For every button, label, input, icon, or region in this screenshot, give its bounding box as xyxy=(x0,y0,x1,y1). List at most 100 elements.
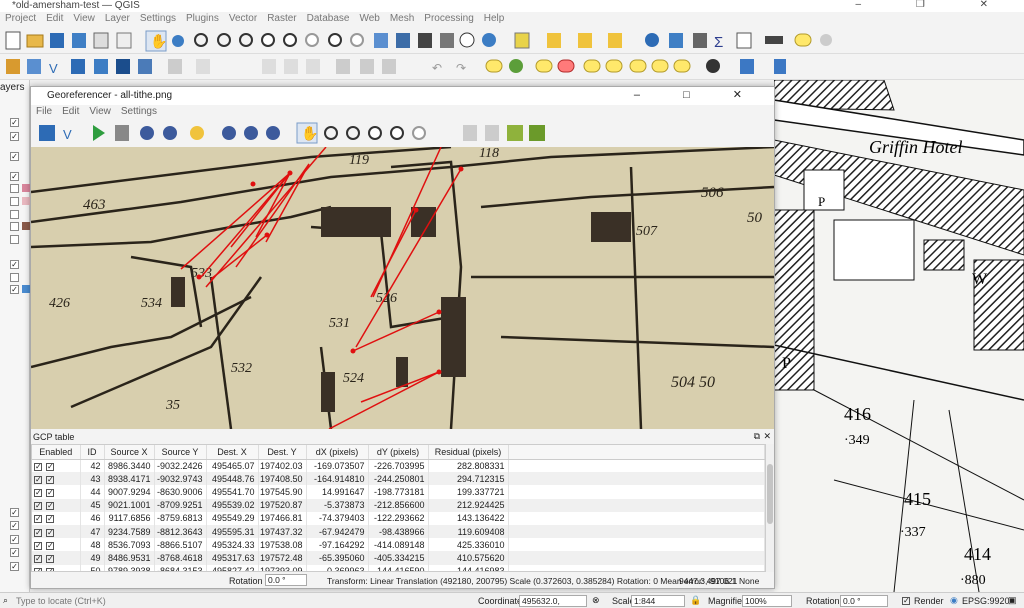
gcp-cell[interactable]: 9789.3938 xyxy=(104,564,155,571)
gcp-cell[interactable]: 9117.6856 xyxy=(104,511,155,525)
menu-database[interactable]: Database xyxy=(302,12,355,25)
gcp-cell[interactable]: 45 xyxy=(80,498,105,512)
gcp-cell[interactable]: 495465.07 xyxy=(206,459,259,473)
gcp-cell[interactable]: -198.773181 xyxy=(368,485,429,499)
gcp-cell[interactable]: -8812.3643 xyxy=(154,524,207,539)
gcp-cell[interactable]: 425.336010 xyxy=(428,538,509,552)
gcp-cell[interactable]: -8684.3153 xyxy=(154,564,207,571)
gcp-cell[interactable]: 495539.02 xyxy=(206,498,259,512)
menu-plugins[interactable]: Plugins xyxy=(181,12,224,25)
enabled-checkbox[interactable]: ✓ xyxy=(34,528,42,537)
layer-checkbox[interactable] xyxy=(10,184,19,193)
gcp-cell[interactable]: 495317.63 xyxy=(206,551,259,565)
enabled-cell[interactable]: ✓ ✓ xyxy=(32,538,81,552)
col-dx[interactable]: dX (pixels) xyxy=(306,445,369,460)
main-toolbar-icons[interactable]: ✋ Σ xyxy=(0,28,1024,54)
gcp-cell[interactable]: 495549.29 xyxy=(206,511,259,525)
menu-mesh[interactable]: Mesh xyxy=(385,12,419,25)
layer-checkbox[interactable]: ✓ xyxy=(10,535,19,544)
enabled-cell[interactable]: ✓ ✓ xyxy=(32,551,81,565)
enabled-checkbox[interactable]: ✓ xyxy=(46,515,54,524)
layer-checkbox[interactable]: ✓ xyxy=(10,285,19,294)
gcp-cell[interactable]: 495324.33 xyxy=(206,538,259,552)
gcp-cell[interactable]: 0.369963 xyxy=(306,564,369,571)
table-row[interactable]: ✓ ✓ 48 8536.7093 -8866.5107 495324.33 197538.0… xyxy=(32,538,765,552)
enabled-cell[interactable]: ✓ ✓ xyxy=(32,498,81,512)
gcp-cell[interactable]: 42 xyxy=(80,459,105,473)
gcp-cell[interactable]: -5.373873 xyxy=(306,498,369,512)
gcp-cell[interactable]: 14.991647 xyxy=(306,485,369,499)
gcp-cell[interactable]: -414.089148 xyxy=(368,538,429,552)
enabled-checkbox[interactable]: ✓ xyxy=(34,541,42,550)
enabled-checkbox[interactable]: ✓ xyxy=(34,488,42,497)
gcp-cell[interactable]: -74.379403 xyxy=(306,511,369,525)
scale-field[interactable]: 1:844 xyxy=(631,595,685,607)
table-row[interactable]: ✓ ✓ 42 8986.3440 -9032.2426 495465.07 197402.0… xyxy=(32,459,765,473)
coordinate-field[interactable]: 495632.0, 197154.1 xyxy=(519,595,587,608)
gcp-cell[interactable]: 47 xyxy=(80,524,105,539)
col-dest-y[interactable]: Dest. Y xyxy=(258,445,307,460)
float-icon[interactable]: ⧉ xyxy=(754,431,760,442)
gcp-cell[interactable]: 144.416983 xyxy=(428,564,509,571)
gcp-cell[interactable]: 197408.50 xyxy=(258,472,307,486)
gcp-cell[interactable]: 49 xyxy=(80,551,105,565)
menu-help[interactable]: Help xyxy=(479,12,510,25)
gcp-cell[interactable]: 495448.76 xyxy=(206,472,259,486)
gcp-cell[interactable]: 44 xyxy=(80,485,105,499)
gcp-cell[interactable]: 8486.9531 xyxy=(104,551,155,565)
enabled-checkbox[interactable]: ✓ xyxy=(34,502,42,511)
table-row[interactable]: ✓ ✓ 49 8486.9531 -8768.4618 495317.63 197572.4… xyxy=(32,551,765,565)
extents-icon[interactable]: ⊗ xyxy=(592,595,600,606)
gcp-cell[interactable]: 197572.48 xyxy=(258,551,307,565)
menu-web[interactable]: Web xyxy=(354,12,384,25)
gcp-cell[interactable]: 495827.42 xyxy=(206,564,259,571)
gcp-cell[interactable]: 50 xyxy=(80,564,105,571)
enabled-cell[interactable]: ✓ ✓ xyxy=(32,564,81,571)
enabled-cell[interactable]: ✓ ✓ xyxy=(32,472,81,486)
layer-checkbox[interactable]: ✓ xyxy=(10,508,19,517)
gcp-cell[interactable]: 197393.09 xyxy=(258,564,307,571)
gcp-cell[interactable]: 48 xyxy=(80,538,105,552)
layer-checkbox[interactable]: ✓ xyxy=(10,521,19,530)
menu-layer[interactable]: Layer xyxy=(100,12,135,25)
gcp-cell[interactable]: 199.337721 xyxy=(428,485,509,499)
rotation-field-main[interactable]: 0.0 ° xyxy=(840,595,888,607)
gcp-cell[interactable]: -9032.9743 xyxy=(154,472,207,486)
gcp-cell[interactable]: 8938.4171 xyxy=(104,472,155,486)
gcp-cell[interactable]: 197538.08 xyxy=(258,538,307,552)
gcp-cell[interactable]: -8709.9251 xyxy=(154,498,207,512)
gcp-cell[interactable]: -8759.6813 xyxy=(154,511,207,525)
col-residual[interactable]: Residual (pixels) xyxy=(428,445,509,460)
gcp-cell[interactable]: -164.914810 xyxy=(306,472,369,486)
gcp-cell[interactable]: 143.136422 xyxy=(428,511,509,525)
crs-icon[interactable]: ◉ xyxy=(950,595,958,606)
gcp-cell[interactable]: -8768.4618 xyxy=(154,551,207,565)
gcp-cell[interactable]: 294.712315 xyxy=(428,472,509,486)
enabled-checkbox[interactable]: ✓ xyxy=(34,462,42,471)
enabled-cell[interactable]: ✓ ✓ xyxy=(32,459,81,473)
col-dy[interactable]: dY (pixels) xyxy=(368,445,429,460)
gcp-cell[interactable]: 197402.03 xyxy=(258,459,307,473)
gcp-cell[interactable]: -67.942479 xyxy=(306,524,369,539)
georeferencer-canvas[interactable]: 463 119 118 506 50 507 534 533 526 531 5… xyxy=(31,147,774,429)
gcp-table[interactable]: Enabled ID Source X Source Y Dest. X Des… xyxy=(31,444,766,572)
gcp-cell[interactable]: 144.416590 xyxy=(368,564,429,571)
layer-checkbox[interactable] xyxy=(10,197,19,206)
gcp-cell[interactable]: 410.575620 xyxy=(428,551,509,565)
gcp-cell[interactable]: -97.164292 xyxy=(306,538,369,552)
layer-checkbox[interactable] xyxy=(10,235,19,244)
layer-checkbox[interactable] xyxy=(10,273,19,282)
gcp-cell[interactable]: 495595.31 xyxy=(206,524,259,539)
enabled-checkbox[interactable]: ✓ xyxy=(34,568,42,571)
enabled-checkbox[interactable]: ✓ xyxy=(34,475,42,484)
lock-scale-icon[interactable]: 🔒 xyxy=(690,595,701,606)
georef-menu-view[interactable]: View xyxy=(84,106,116,117)
gcp-cell[interactable]: -8630.9006 xyxy=(154,485,207,499)
menu-edit[interactable]: Edit xyxy=(41,12,68,25)
gcp-cell[interactable]: 9021.1001 xyxy=(104,498,155,512)
crs-label[interactable]: EPSG:9920 xyxy=(962,596,1010,606)
enabled-checkbox[interactable]: ✓ xyxy=(34,554,42,563)
enabled-checkbox[interactable]: ✓ xyxy=(46,568,54,571)
layer-checkbox[interactable] xyxy=(10,222,19,231)
gcp-cell[interactable]: -212.856600 xyxy=(368,498,429,512)
